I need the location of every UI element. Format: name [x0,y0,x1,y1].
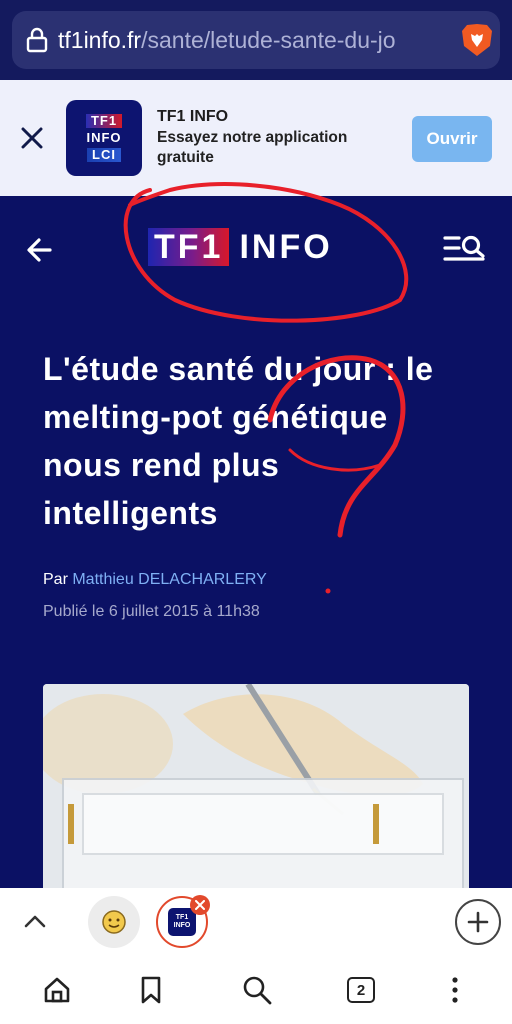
app-logo-line: TF1 [85,114,123,128]
tab-logo-line: INFO [173,922,191,929]
tab-thumbnail-face[interactable] [88,896,140,948]
new-tab-button[interactable] [455,899,501,945]
menu-search-icon[interactable] [443,232,487,264]
back-arrow-icon[interactable] [26,236,52,264]
lab-photo-illustration [43,684,469,894]
publish-date: Publié le 6 juillet 2015 à 11h38 [43,603,260,620]
byline-prefix: Par [43,571,73,588]
article-hero-image [43,684,469,894]
app-name: TF1 INFO [157,108,229,125]
url-text: tf1info.fr/sante/letude-sante-du-jo [58,27,438,54]
home-icon[interactable] [42,975,72,1005]
tab-counter-button[interactable]: 2 [347,977,375,1003]
app-logo-line: INFO [86,130,122,145]
more-options-icon[interactable] [440,975,470,1005]
tab-logo-line: TF1 [175,914,189,921]
byline: Par Matthieu DELACHARLERY [43,571,267,589]
site-logo[interactable]: TF1 INFO [148,228,333,266]
tab-close-button[interactable] [190,895,210,915]
face-emoji-icon [102,910,126,934]
chevron-up-icon[interactable] [22,908,48,934]
address-field[interactable]: tf1info.fr/sante/letude-sante-du-jo [12,11,500,69]
url-domain: tf1info.fr [58,26,142,53]
author-link[interactable]: Matthieu DELACHARLERY [72,571,266,588]
app-subtitle: Essayez notre application gratuite [157,129,348,166]
logo-tf1: TF1 [148,228,230,266]
open-app-button[interactable]: Ouvrir [412,116,492,162]
close-icon[interactable] [18,124,46,152]
tab-strip [0,888,512,958]
lock-icon [26,27,48,53]
app-logo-line: LCI [87,148,121,162]
article-title: L'étude santé du jour : le melting-pot g… [43,351,434,531]
logo-info: INFO [239,228,333,266]
plus-icon [467,911,489,933]
tf1-tab-logo: TF1 INFO [168,908,196,936]
tf1-app-logo: TF1 INFO LCI [66,100,142,176]
bookmark-icon[interactable] [136,975,166,1005]
search-icon[interactable] [242,975,272,1005]
url-path: /sante/letude-sante-du-jo [141,26,396,53]
brave-shield-icon[interactable] [460,22,494,58]
close-icon [195,900,205,910]
